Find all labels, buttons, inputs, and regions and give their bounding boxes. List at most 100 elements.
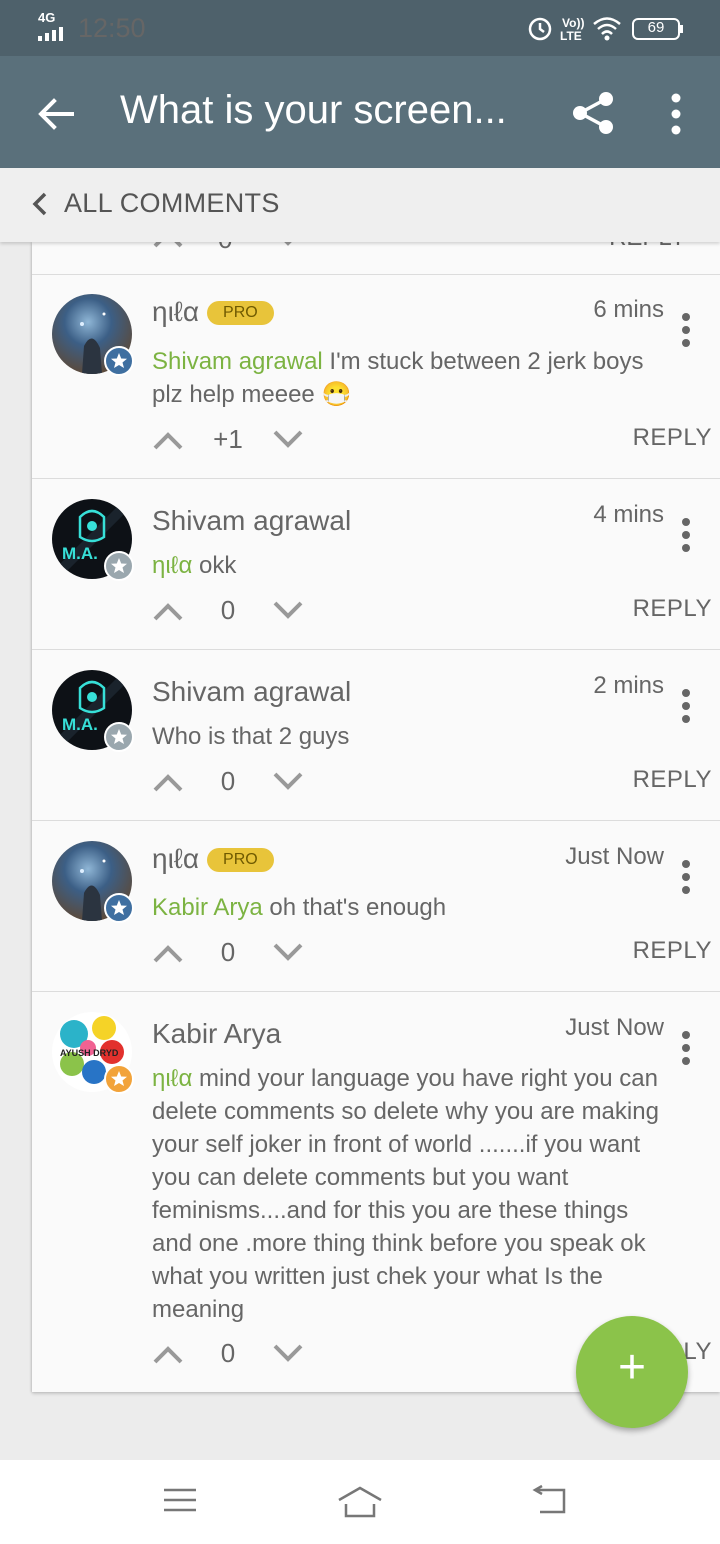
vote-count: 0 — [220, 1338, 236, 1368]
comment-actions: +1 REPLY — [152, 424, 712, 464]
timestamp: Just Now — [565, 843, 664, 870]
wifi-icon — [593, 17, 621, 41]
back-arrow-icon[interactable] — [34, 92, 78, 136]
timestamp: 6 mins — [593, 296, 664, 323]
badge — [104, 551, 134, 581]
badge — [104, 722, 134, 752]
comment-text: ηιℓα mind your language you have right y… — [152, 1065, 659, 1323]
badge — [104, 346, 134, 376]
comment-item: ηιℓα PRO Just Now Kabir Arya oh that's en… — [32, 821, 720, 992]
author[interactable]: ηιℓα PRO — [152, 843, 274, 875]
more-vert-icon[interactable] — [680, 517, 692, 553]
page-title: What is your screen... — [120, 88, 507, 132]
reply-button[interactable]: REPLY — [633, 766, 712, 794]
reply-button[interactable]: REPLY — [633, 424, 712, 452]
comment-text: ηιℓα okk — [152, 552, 237, 579]
comment-item: ηιℓα PRO 6 mins Shivam agrawal I'm stuck … — [32, 274, 720, 479]
svg-text:LTE: LTE — [560, 29, 582, 43]
mention[interactable]: Shivam agrawal — [152, 348, 323, 375]
upvote-icon[interactable] — [152, 770, 184, 794]
mention[interactable]: ηιℓα — [152, 552, 192, 579]
more-vert-icon[interactable] — [680, 859, 692, 895]
downvote-icon[interactable] — [272, 1342, 304, 1366]
star-icon — [111, 558, 127, 573]
comment-item: M.A. Shivam agrawal 2 mins Who is that 2… — [32, 650, 720, 821]
vote-count: 0 — [220, 766, 236, 796]
vote-count: +1 — [213, 424, 243, 454]
reply-button[interactable]: REPLY — [633, 937, 712, 965]
comment-text: Who is that 2 guys — [152, 723, 350, 750]
more-vert-icon[interactable] — [680, 688, 692, 724]
upvote-icon[interactable] — [152, 599, 184, 623]
volte-icon: Vo)) LTE — [560, 16, 584, 43]
pro-badge: PRO — [207, 301, 274, 325]
reply-button[interactable]: REPLY — [609, 242, 686, 252]
comment-text: Shivam agrawal I'm stuck between 2 jerk … — [152, 348, 644, 408]
mention[interactable]: Kabir Arya — [152, 894, 263, 921]
svg-text:Vo)): Vo)) — [562, 16, 584, 30]
home-icon[interactable] — [336, 1484, 384, 1520]
avatar[interactable]: M.A. — [52, 670, 134, 752]
status-bar: 4G 12:50 Vo)) LTE 69 — [0, 0, 720, 56]
upvote-icon[interactable] — [152, 941, 184, 965]
partial-comment: 0 REPLY — [32, 242, 720, 275]
badge — [104, 893, 134, 923]
svg-text:M.A.: M.A. — [62, 544, 98, 563]
more-vert-icon[interactable] — [680, 1030, 692, 1066]
plus-icon: + — [617, 1341, 647, 1394]
vote-count: 0 — [220, 595, 236, 625]
avatar[interactable] — [52, 841, 134, 923]
comment-actions: 0 REPLY — [152, 766, 712, 806]
vote-count: 0 — [218, 242, 232, 255]
more-vert-icon[interactable] — [664, 92, 688, 136]
battery-level: 69 — [647, 19, 665, 36]
comment-item: M.A. Shivam agrawal 4 mins ηιℓα okk 0 RE… — [32, 479, 720, 650]
avatar[interactable] — [52, 294, 134, 376]
downvote-icon[interactable] — [272, 242, 304, 250]
upvote-icon[interactable] — [152, 1342, 184, 1366]
all-comments-bar[interactable]: ALL COMMENTS — [0, 168, 720, 242]
navigation-bar — [0, 1460, 720, 1544]
more-vert-icon[interactable] — [680, 312, 692, 348]
downvote-icon[interactable] — [272, 770, 304, 794]
downvote-icon[interactable] — [272, 428, 304, 452]
author[interactable]: Shivam agrawal — [152, 676, 351, 708]
share-icon[interactable] — [570, 90, 616, 136]
vote-count: 0 — [220, 937, 236, 967]
svg-text:M.A.: M.A. — [62, 715, 98, 734]
network-type: 4G — [38, 10, 56, 25]
pro-badge: PRO — [207, 848, 274, 872]
app-bar: What is your screen... — [0, 56, 720, 168]
upvote-icon[interactable] — [152, 428, 184, 452]
chevron-left-icon — [32, 192, 47, 216]
timestamp: 4 mins — [593, 501, 664, 528]
reply-button[interactable]: REPLY — [633, 595, 712, 623]
author[interactable]: Shivam agrawal — [152, 505, 351, 537]
comment-actions: 0 REPLY — [152, 937, 712, 977]
comment-thread: 0 REPLY ηιℓαPRO 6 mins Shivam agrawal I'… — [32, 242, 720, 1392]
alarm-icon — [528, 17, 552, 41]
svg-text:AYUSH DRYD: AYUSH DRYD — [60, 1048, 119, 1058]
upvote-icon[interactable] — [152, 242, 184, 250]
downvote-icon[interactable] — [272, 599, 304, 623]
timestamp: Just Now — [565, 1014, 664, 1041]
signal-icon — [38, 27, 63, 41]
avatar[interactable]: AYUSH DRYD — [52, 1012, 134, 1094]
author[interactable]: Kabir Arya — [152, 1018, 281, 1050]
add-comment-button[interactable]: + — [576, 1316, 688, 1428]
timestamp: 2 mins — [593, 672, 664, 699]
mention[interactable]: ηιℓα — [152, 1065, 192, 1092]
badge — [104, 1064, 134, 1094]
author[interactable]: ηιℓα PRO — [152, 296, 274, 328]
back-nav-icon[interactable] — [530, 1484, 570, 1516]
comment-text: Kabir Arya oh that's enough — [152, 894, 447, 921]
downvote-icon[interactable] — [272, 941, 304, 965]
star-icon — [111, 900, 127, 915]
comment-actions: 0 REPLY — [152, 595, 712, 635]
star-icon — [111, 729, 127, 744]
all-comments-label: ALL COMMENTS — [64, 188, 280, 218]
star-icon — [111, 1071, 127, 1086]
avatar[interactable]: M.A. — [52, 499, 134, 581]
menu-icon[interactable] — [162, 1484, 198, 1516]
star-icon — [111, 353, 127, 368]
